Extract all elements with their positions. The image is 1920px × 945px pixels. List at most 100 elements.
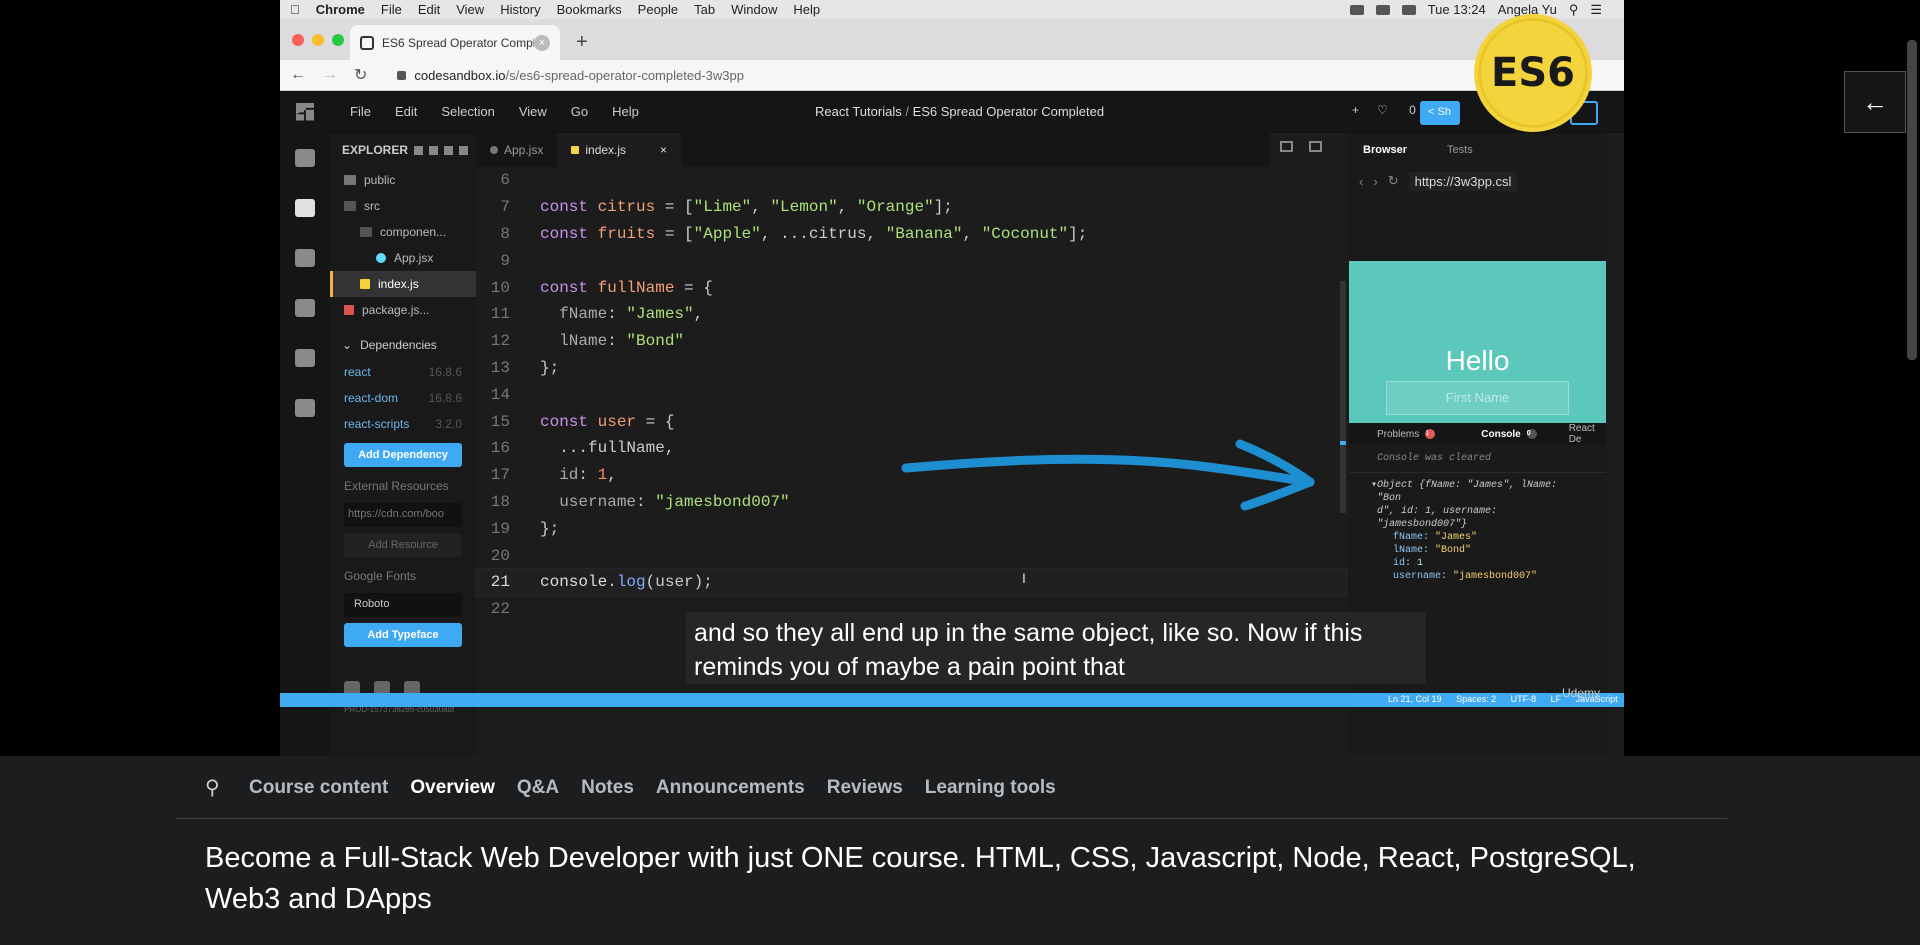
reload-icon[interactable]: ↻ [354,65,367,85]
code-line[interactable]: 7 const citrus = ["Lime", "Lemon", "Orang… [476,194,1346,221]
forward-icon[interactable]: → [322,66,338,84]
tree-item-public[interactable]: public [330,167,476,193]
github-icon[interactable] [295,299,315,317]
maximize-window-icon[interactable] [332,34,344,46]
code-line[interactable]: 15 const user = { [476,408,1346,435]
code-line[interactable]: 21 console.log(user); [475,567,1347,597]
browser-tab[interactable]: ES6 Spread Operator Completed × [350,25,560,60]
mac-menu-tab[interactable]: Tab [694,2,715,17]
rocket-icon[interactable] [295,349,315,367]
code-line[interactable]: 8 const fruits = ["Apple", ...citrus, "Ba… [476,221,1346,248]
address-bar[interactable]: codesandbox.io/s/es6-spread-operator-com… [397,68,744,83]
code-line[interactable]: 13}; [476,355,1346,382]
close-tab-icon[interactable]: × [534,34,550,51]
settings-icon[interactable] [295,249,315,267]
mac-menu-file[interactable]: File [381,2,402,17]
code-line[interactable]: 20 [476,542,1346,569]
add-resource-button[interactable]: Add Resource [344,533,462,557]
split-view-icon[interactable] [1280,141,1293,152]
page-scrollbar[interactable] [1907,40,1917,360]
csb-logo[interactable] [280,91,330,133]
tab-problems[interactable]: Problems 1 [1363,429,1436,440]
mac-menu-window[interactable]: Window [731,2,777,17]
font-input[interactable]: Roboto [344,593,462,617]
search-icon[interactable]: ⚲ [205,775,227,800]
nav-announcements[interactable]: Announcements [656,777,805,799]
mac-menu-edit[interactable]: Edit [418,2,440,17]
back-icon[interactable]: ← [290,66,306,84]
tree-item-package-json[interactable]: package.js... [330,297,476,323]
encoding[interactable]: UTF-8 [1511,694,1537,704]
preview-url[interactable]: https://3w3pp.csl [1408,171,1518,191]
tree-item-components[interactable]: componen... [330,219,476,245]
nav-qa[interactable]: Q&A [517,777,559,799]
dependency-row[interactable]: react-dom 16.8.6 [330,385,476,411]
plus-icon[interactable]: + [1352,103,1359,117]
new-tab-icon[interactable]: + [576,31,588,54]
mac-menu-history[interactable]: History [500,2,540,17]
mac-menu-people[interactable]: People [638,2,678,17]
nav-learning-tools[interactable]: Learning tools [925,777,1056,799]
preview-forward-icon[interactable]: › [1373,174,1377,189]
back-arrow-button[interactable]: ← [1844,71,1906,133]
resource-url-input[interactable]: https://cdn.com/boo [344,503,462,527]
tab-console[interactable]: Console 0 [1467,429,1537,440]
nav-reviews[interactable]: Reviews [827,777,903,799]
nav-notes[interactable]: Notes [581,777,634,799]
csb-menu-edit[interactable]: Edit [395,104,417,119]
editor-tab-app-jsx[interactable]: App.jsx [476,133,557,167]
close-icon[interactable]: × [660,143,667,157]
preview-refresh-icon[interactable]: ↻ [1388,173,1399,189]
eol[interactable]: LF [1551,694,1562,704]
download-icon[interactable] [414,145,424,155]
code-line[interactable]: 10 const fullName = { [476,274,1346,301]
add-typeface-button[interactable]: Add Typeface [344,623,462,647]
minimize-window-icon[interactable] [312,34,324,46]
video-player[interactable]:  Chrome File Edit View History Bookmark… [280,0,1624,756]
tab-browser[interactable]: Browser [1363,144,1407,156]
new-file-icon[interactable] [444,145,454,155]
dependency-row[interactable]: react 16.8.6 [330,359,476,385]
code-line[interactable]: 19}; [476,515,1346,542]
editor-tab-index-js[interactable]: index.js × [557,133,682,167]
csb-menu-help[interactable]: Help [612,104,639,119]
upload-icon[interactable] [429,145,439,155]
add-dependency-button[interactable]: Add Dependency [344,443,462,467]
mac-menu-view[interactable]: View [456,2,484,17]
console-object[interactable]: ▾Object {fName: "James", lName: "Bon d",… [1349,473,1606,589]
code-line[interactable]: 6 [476,167,1346,194]
tab-tests[interactable]: Tests [1447,144,1473,156]
code-line[interactable]: 12 lName: "Bond" [476,328,1346,355]
csb-menu-go[interactable]: Go [571,104,588,119]
close-window-icon[interactable] [292,34,304,46]
share-button[interactable]: < Sh [1420,101,1460,125]
tree-item-src[interactable]: src [330,193,476,219]
file-icon[interactable] [295,199,315,217]
mac-menu-help[interactable]: Help [793,2,820,17]
first-name-input[interactable]: First Name [1386,381,1569,415]
preview-icon[interactable] [1309,141,1322,152]
mac-menu-bookmarks[interactable]: Bookmarks [557,2,622,17]
nav-overview[interactable]: Overview [410,777,495,799]
code-line[interactable]: 11 fName: "James", [476,301,1346,328]
dependency-row[interactable]: react-scripts 3.2.0 [330,411,476,437]
breadcrumb-folder[interactable]: React Tutorials [815,104,902,119]
csb-menu-view[interactable]: View [519,104,547,119]
nav-course-content[interactable]: Course content [249,777,388,799]
sandbox-name[interactable]: ES6 Spread Operator Completed [913,104,1105,119]
editor-scrollbar[interactable] [1340,281,1346,513]
csb-menu-selection[interactable]: Selection [441,104,494,119]
cursor-position[interactable]: Ln 21, Col 19 [1388,694,1442,704]
cube-icon[interactable] [295,149,315,167]
tree-item-index-js[interactable]: index.js [330,271,476,297]
code-line[interactable]: 14 [476,381,1346,408]
csb-menu-file[interactable]: File [350,104,371,119]
team-icon[interactable] [295,399,315,417]
code-line[interactable]: 9 [476,247,1346,274]
indent-setting[interactable]: Spaces: 2 [1456,694,1496,704]
new-folder-icon[interactable] [459,145,469,155]
preview-back-icon[interactable]: ‹ [1359,174,1363,189]
dependencies-header[interactable]: ⌄ Dependencies [330,331,476,359]
code-editor[interactable]: 6 7 const citrus = ["Lime", "Lemon", "Ora… [475,167,1347,618]
tab-react-devtools[interactable]: React De [1569,423,1606,445]
